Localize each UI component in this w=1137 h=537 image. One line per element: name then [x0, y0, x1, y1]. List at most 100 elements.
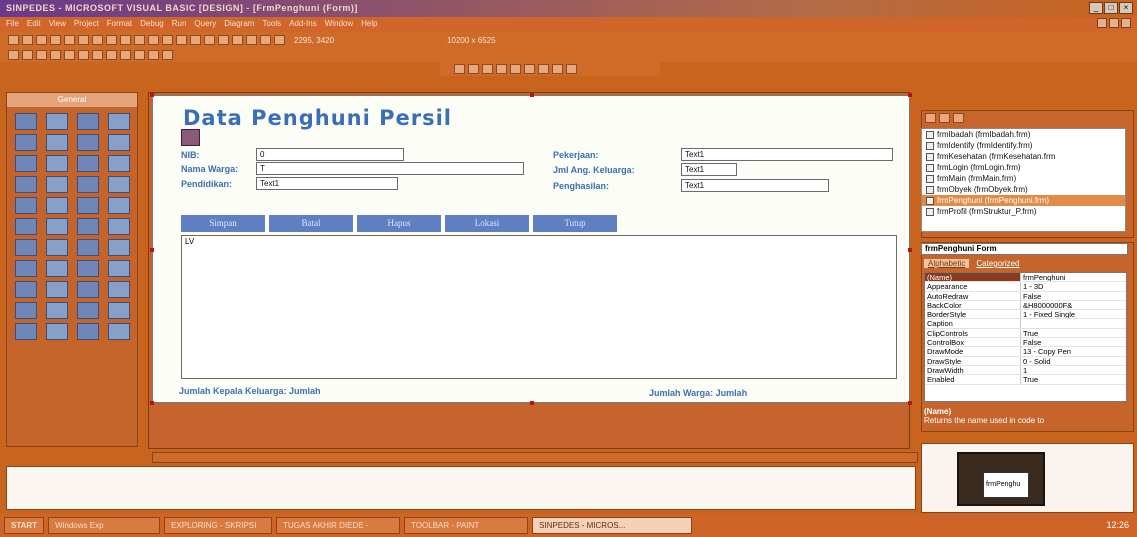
slider-icon[interactable]	[46, 260, 68, 277]
resize-handle[interactable]	[150, 93, 154, 97]
comment-block-icon[interactable]	[120, 50, 131, 60]
quick-watch-icon[interactable]	[538, 64, 549, 74]
datacombo-icon[interactable]	[77, 281, 99, 298]
form-layout-icon[interactable]	[232, 35, 243, 45]
close-button[interactable]: ×	[1119, 2, 1133, 14]
make-same-size-icon[interactable]	[92, 50, 103, 60]
immediate-icon[interactable]	[510, 64, 521, 74]
task-exploring-skripsi[interactable]: EXPLORING - SKRIPSI	[164, 517, 273, 534]
maximize-button[interactable]: □	[1104, 2, 1118, 14]
project-item[interactable]: frmProfil (frmStruktur_P.frm)	[922, 206, 1125, 217]
project-item[interactable]: frmIdentify (frmIdentify.frm)	[922, 140, 1125, 151]
menu-diagram[interactable]: Diagram	[224, 19, 254, 32]
start-button[interactable]: START	[4, 517, 45, 534]
checkbox-icon[interactable]	[77, 134, 99, 151]
stop-icon[interactable]	[190, 35, 201, 45]
project-item-selected[interactable]: frmPenghuni (frmPenghuni.frm)	[922, 195, 1125, 206]
align-center-icon[interactable]	[50, 50, 61, 60]
toggle-folders-icon[interactable]	[953, 113, 964, 123]
property-row[interactable]: ClipControls True	[925, 328, 1126, 339]
nib-input[interactable]	[256, 148, 404, 161]
property-row[interactable]: AutoRedraw False	[925, 291, 1126, 301]
dirlistbox-icon[interactable]	[77, 176, 99, 193]
vscrollbar-icon[interactable]	[108, 155, 130, 172]
shape-icon[interactable]	[15, 197, 37, 214]
save-icon[interactable]	[64, 35, 75, 45]
lokasi-button[interactable]: Lokasi	[445, 215, 529, 232]
tab-categorized[interactable]: Categorized	[972, 259, 1023, 268]
resize-handle[interactable]	[908, 93, 912, 97]
menu-run[interactable]: Run	[172, 19, 187, 32]
redo-icon[interactable]	[148, 35, 159, 45]
pointer-icon[interactable]	[15, 113, 37, 130]
uncomment-block-icon[interactable]	[134, 50, 145, 60]
richtextbox-icon[interactable]	[15, 281, 37, 298]
lock-controls-icon[interactable]	[106, 50, 117, 60]
menu-window[interactable]: Window	[325, 19, 353, 32]
inet-icon[interactable]	[77, 323, 99, 340]
object-browser-icon[interactable]	[246, 35, 257, 45]
ole-icon[interactable]	[15, 218, 37, 235]
data-control-icon[interactable]	[108, 197, 130, 214]
line-icon[interactable]	[46, 197, 68, 214]
tutup-button[interactable]: Tutup	[533, 215, 617, 232]
mdi-minimize-button[interactable]	[1097, 18, 1107, 28]
run-icon[interactable]	[162, 35, 173, 45]
mdi-restore-button[interactable]	[1109, 18, 1119, 28]
find-icon[interactable]	[120, 35, 131, 45]
datagrid-icon[interactable]	[77, 218, 99, 235]
property-row[interactable]: (Name) frmPenghuni	[925, 273, 1126, 283]
menu-edit[interactable]: Edit	[27, 19, 41, 32]
view-code-icon[interactable]	[925, 113, 936, 123]
designer-horizontal-scrollbar[interactable]	[152, 452, 918, 463]
menu-view[interactable]: View	[49, 19, 66, 32]
task-toolbar-paint[interactable]: TOOLBAR - PAINT	[404, 517, 529, 534]
layout-form-preview[interactable]: frmPenghu	[983, 472, 1029, 498]
cut-icon[interactable]	[78, 35, 89, 45]
align-left-icon[interactable]	[36, 50, 47, 60]
toolbox-icon[interactable]	[260, 35, 271, 45]
batal-button[interactable]: Batal	[269, 215, 353, 232]
break-icon[interactable]	[176, 35, 187, 45]
menu-query[interactable]: Query	[194, 19, 216, 32]
add-form-icon[interactable]	[22, 35, 33, 45]
menu-help[interactable]: Help	[361, 19, 377, 32]
menu-editor-icon[interactable]	[36, 35, 47, 45]
undo-icon[interactable]	[134, 35, 145, 45]
statusbar-icon[interactable]	[108, 239, 130, 256]
project-item[interactable]: frmKesehatan (frmKesehatan.frm	[922, 151, 1125, 162]
animation-icon[interactable]	[46, 302, 68, 319]
menu-project[interactable]: Project	[74, 19, 99, 32]
optionbutton-icon[interactable]	[108, 134, 130, 151]
property-row[interactable]: Appearance 1 - 3D	[925, 282, 1126, 292]
resize-handle[interactable]	[530, 401, 534, 405]
view-object-icon[interactable]	[939, 113, 950, 123]
open-icon[interactable]	[50, 35, 61, 45]
progressbar-icon[interactable]	[15, 260, 37, 277]
penghasilan-input[interactable]	[681, 179, 829, 192]
textbox-icon[interactable]	[108, 113, 130, 130]
picturebox-icon[interactable]	[46, 113, 68, 130]
tab-alphabetic[interactable]: Alphabetic	[924, 259, 970, 268]
coolbar-icon[interactable]	[108, 323, 130, 340]
property-row[interactable]: BackColor &H8000000F&	[925, 300, 1126, 311]
menu-format[interactable]: Format	[107, 19, 132, 32]
datalist-icon[interactable]	[108, 281, 130, 298]
add-project-icon[interactable]	[8, 35, 19, 45]
imagelist-icon[interactable]	[46, 239, 68, 256]
resize-handle[interactable]	[150, 401, 154, 405]
data-view-icon[interactable]	[274, 35, 285, 45]
property-row[interactable]: Enabled True	[925, 375, 1126, 385]
property-row[interactable]: Caption	[925, 319, 1126, 329]
treeview-icon[interactable]	[15, 239, 37, 256]
next-bookmark-icon[interactable]	[162, 50, 173, 60]
step-out-icon[interactable]	[482, 64, 493, 74]
project-item[interactable]: frmLogin (frmLogin.frm)	[922, 162, 1125, 173]
image-icon[interactable]	[77, 197, 99, 214]
updown-icon[interactable]	[77, 302, 99, 319]
listview-lv[interactable]: LV	[181, 235, 897, 379]
task-sinpedes[interactable]: SINPEDES - MICROS...	[532, 517, 693, 534]
properties-window-icon[interactable]	[218, 35, 229, 45]
watch-icon[interactable]	[524, 64, 535, 74]
msflexgrid-icon[interactable]	[15, 323, 37, 340]
